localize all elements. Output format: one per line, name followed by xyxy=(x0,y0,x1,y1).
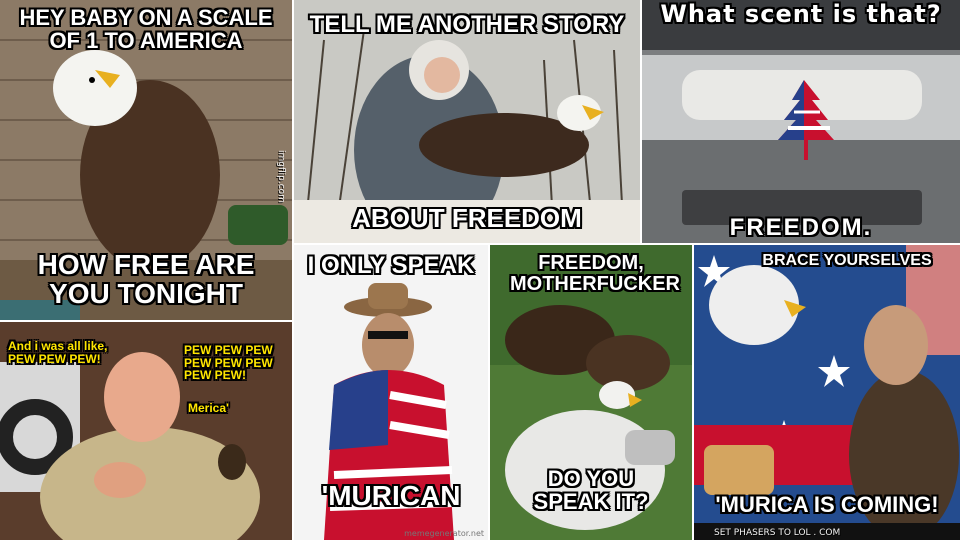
murican-bottom-caption: 'MURICAN xyxy=(321,480,461,511)
meme-tile-scent: What scent is that? FREEDOM. xyxy=(642,0,960,243)
scent-top-caption: What scent is that? xyxy=(660,0,942,28)
scent-image xyxy=(642,0,960,243)
scent-bottom-caption: FREEDOM. xyxy=(729,214,873,241)
meme-tile-eagle-scale: HEY BABY ON A SCALE OF 1 TO AMERICA HOW … xyxy=(0,0,292,320)
eagle-scale-watermark: imgflip.com xyxy=(276,150,286,203)
sheriff-left-caption: And i was all like, PEW PEW PEW! xyxy=(8,339,108,366)
murican-top-caption: I ONLY SPEAK xyxy=(307,252,475,279)
eagle-scale-bottom-caption: HOW FREE ARE YOU TONIGHT xyxy=(37,249,255,310)
revolver-hands-icon xyxy=(94,462,146,498)
brace-bottom-caption: 'MURICA IS COMING! xyxy=(715,492,939,517)
meme-tile-story: TELL ME ANOTHER STORY ABOUT FREEDOM xyxy=(294,0,640,243)
meme-tile-freedom-eagle: FREEDOM, MOTHERFUCKER DO YOU SPEAK IT? xyxy=(490,245,692,540)
freedom-eagle-top-caption: FREEDOM, MOTHERFUCKER xyxy=(510,252,680,295)
story-top-caption: TELL ME ANOTHER STORY xyxy=(309,11,625,38)
american-flag-icon xyxy=(324,370,455,540)
story-bottom-caption: ABOUT FREEDOM xyxy=(352,203,582,233)
brace-top-caption: BRACE YOURSELVES xyxy=(762,252,932,269)
freedom-eagle-bottom-caption: DO YOU SPEAK IT? xyxy=(533,466,649,515)
sheriff-right-caption: PEW PEW PEW PEW PEW PEW PEW PEW! xyxy=(184,343,273,383)
sheriff-middle-caption: Merica' xyxy=(188,401,229,415)
meme-tile-sheriff: And i was all like, PEW PEW PEW! PEW PEW… xyxy=(0,322,292,540)
meme-tile-murican: I ONLY SPEAK 'MURICAN memegenerator.net xyxy=(294,245,488,540)
murican-watermark: memegenerator.net xyxy=(404,529,484,538)
brace-footer: SET PHASERS TO LOL . COM xyxy=(714,528,841,538)
eagle-scale-top-caption: HEY BABY ON A SCALE OF 1 TO AMERICA xyxy=(19,5,273,54)
meme-tile-brace: BRACE YOURSELVES 'MURICA IS COMING! SET … xyxy=(694,245,960,540)
